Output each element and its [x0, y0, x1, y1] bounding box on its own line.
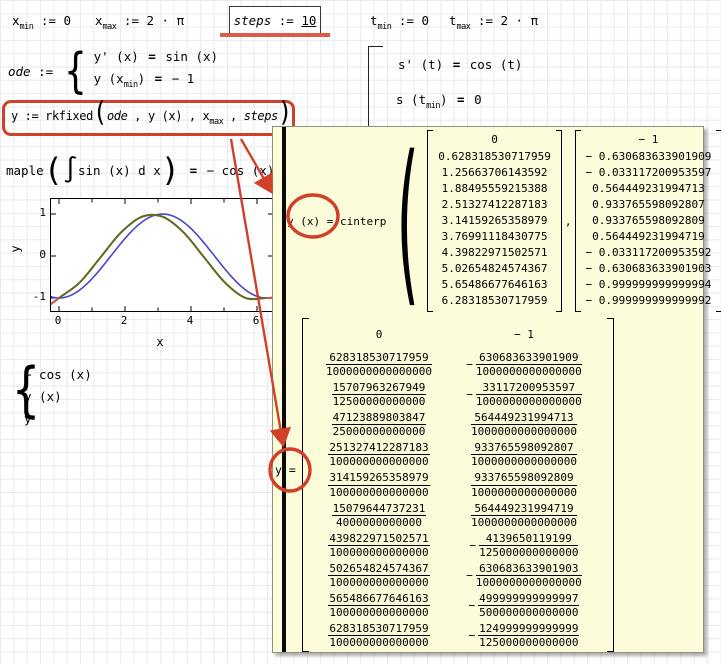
- matrix-row: 3141592653589791000000000000009337655980…: [313, 470, 603, 500]
- vector-value: 0.933765598092807: [586, 197, 712, 213]
- xtick-2: 2: [114, 314, 134, 327]
- xy-plot[interactable]: [50, 198, 274, 312]
- x-axis-label: x: [150, 335, 170, 349]
- matrix-row: 502654824574367100000000000000−630683633…: [313, 561, 603, 591]
- vector-value: 0: [438, 132, 551, 148]
- ytick-0: 0: [30, 248, 46, 261]
- def-xmax[interactable]: xmax := 2 · π: [95, 13, 184, 32]
- matrix-cell: 0: [313, 328, 445, 341]
- def-tmin[interactable]: tmin := 0: [370, 13, 429, 32]
- xtick-4: 4: [180, 314, 200, 327]
- vector-value: 5.65486677646163: [438, 277, 551, 293]
- def-ode-system[interactable]: ode := { y' (x) = sin (x) y (xmin) = − 1: [8, 46, 218, 96]
- matrix-cell: 9337655980928071000000000000000: [445, 441, 603, 468]
- cinterp-expression[interactable]: y (x) = cinterp ( 00.6283185307179591.25…: [287, 129, 721, 313]
- matrix-row: 1507964473723140000000000005644492319947…: [313, 500, 603, 530]
- matrix-cell: 502654824574367100000000000000: [313, 562, 445, 589]
- vector-value: − 0.033117200953592: [586, 245, 712, 261]
- rkfixed-fn: rkfixed: [45, 109, 93, 123]
- def-maple-integral[interactable]: maple ( ∫ sin (x) d x ) = − cos (x): [6, 150, 274, 190]
- matrix-row: 628318530717959100000000000000−124999999…: [313, 621, 603, 651]
- vector-value: 1.88495559215388: [438, 181, 551, 197]
- matrix-row: 0− 1: [313, 319, 603, 349]
- steps-red-underline: [220, 33, 330, 37]
- legend-item-yx: y (x): [24, 389, 62, 404]
- def-s-initial[interactable]: s (tmin) = 0: [396, 92, 482, 111]
- ytick-neg1: -1: [30, 290, 46, 303]
- def-xmin[interactable]: xmin := 0: [12, 13, 71, 32]
- result-lhs: y =: [275, 463, 296, 477]
- matrix-cell: 565486677646163100000000000000: [313, 592, 445, 619]
- def-rkfixed-highlight[interactable]: y := rkfixed(ode , y (x) , xmax , steps): [2, 100, 295, 136]
- y-axis-label: y: [9, 245, 23, 252]
- legend-item-cos: − cos (x): [24, 367, 92, 382]
- matrix-cell: 6283185307179591000000000000000: [313, 351, 445, 378]
- vector-value: − 0.999999999999992: [586, 293, 712, 309]
- vector-value: 3.14159265358979: [438, 213, 551, 229]
- steps-name: steps: [234, 13, 272, 28]
- xtick-6: 6: [246, 314, 266, 327]
- matrix-cell: 4712388980384725000000000000: [313, 411, 445, 438]
- vector-value: − 0.033117200953597: [586, 165, 712, 181]
- vector-value: − 1: [586, 132, 712, 148]
- plot-canvas: [51, 199, 273, 311]
- curly-brace: {: [64, 47, 86, 95]
- matrix-row: 2513274122871831000000000000009337655980…: [313, 440, 603, 470]
- matrix-cell: 314159265358979100000000000000: [313, 471, 445, 498]
- matrix-cell: −6306836339019091000000000000000: [445, 351, 603, 378]
- def-tmax[interactable]: tmax := 2 · π: [449, 13, 538, 32]
- vector-value: − 0.630683633901903: [586, 261, 712, 277]
- cinterp-lhs: y (x): [287, 215, 320, 228]
- vector-value: 2.51327412287183: [438, 197, 551, 213]
- matrix-cell: −6306836339019031000000000000000: [445, 562, 603, 589]
- y-vector: − 1− 0.630683633901909− 0.03311720095359…: [575, 130, 721, 311]
- matrix-cell: 1570796326794912500000000000: [313, 381, 445, 408]
- matrix-cell: 251327412287183100000000000000: [313, 441, 445, 468]
- vector-value: 0.933765598092809: [586, 213, 712, 229]
- steps-value: 10: [301, 13, 316, 28]
- matrix-cell: 5644492319947131000000000000000: [445, 411, 603, 438]
- matrix-cell: −124999999999999125000000000000: [445, 622, 603, 649]
- vector-value: 4.39822971502571: [438, 245, 551, 261]
- result-matrix[interactable]: 0− 16283185307179591000000000000000−6306…: [302, 318, 614, 652]
- matrix-cell: 9337655980928091000000000000000: [445, 471, 603, 498]
- curve-y: [59, 215, 266, 299]
- region-bracket: [368, 46, 383, 127]
- vector-value: 1.25663706143592: [438, 165, 551, 181]
- xtick-0: 0: [48, 314, 68, 327]
- panel-left-bar: [282, 127, 286, 652]
- def-s-prime[interactable]: s' (t) = cos (t): [398, 57, 522, 72]
- def-steps-box[interactable]: steps := 10: [229, 6, 321, 34]
- curve--cos(x): [51, 214, 273, 298]
- matrix-row: 439822971502571100000000000000−413965011…: [313, 530, 603, 560]
- vector-value: 5.02654824574367: [438, 261, 551, 277]
- cinterp-fn: cinterp: [340, 215, 386, 228]
- matrix-row: 1570796326794912500000000000−33117200953…: [313, 379, 603, 409]
- matrix-row: 565486677646163100000000000000−499999999…: [313, 591, 603, 621]
- curve-y(x): [51, 215, 273, 304]
- matrix-cell: 5644492319947191000000000000000: [445, 502, 603, 529]
- vector-value: 3.76991118430775: [438, 229, 551, 245]
- matrix-row: 4712388980384725000000000000564449231994…: [313, 410, 603, 440]
- vector-value: 0.564449231994719: [586, 229, 712, 245]
- matrix-cell: 439822971502571100000000000000: [313, 532, 445, 559]
- vector-value: 6.28318530717959: [438, 293, 551, 309]
- matrix-cell: − 1: [445, 328, 603, 341]
- matrix-row: 6283185307179591000000000000000−63068363…: [313, 349, 603, 379]
- matrix-cell: 150796447372314000000000000: [313, 502, 445, 529]
- matrix-cell: −4139650119199125000000000000: [445, 532, 603, 559]
- legend-item-y: y: [24, 411, 32, 426]
- vector-value: − 0.999999999999994: [586, 277, 712, 293]
- matrix-cell: −331172009535971000000000000000: [445, 381, 603, 408]
- x-vector: 00.6283185307179591.256637061435921.8849…: [427, 130, 562, 311]
- vector-value: − 0.630683633901909: [586, 149, 712, 165]
- matrix-cell: −499999999999997500000000000000: [445, 592, 603, 619]
- matrix-cell: 628318530717959100000000000000: [313, 622, 445, 649]
- ytick-1: 1: [30, 206, 46, 219]
- vector-value: 0.628318530717959: [438, 149, 551, 165]
- vector-value: 0.564449231994713: [586, 181, 712, 197]
- open-paren: (: [389, 141, 424, 300]
